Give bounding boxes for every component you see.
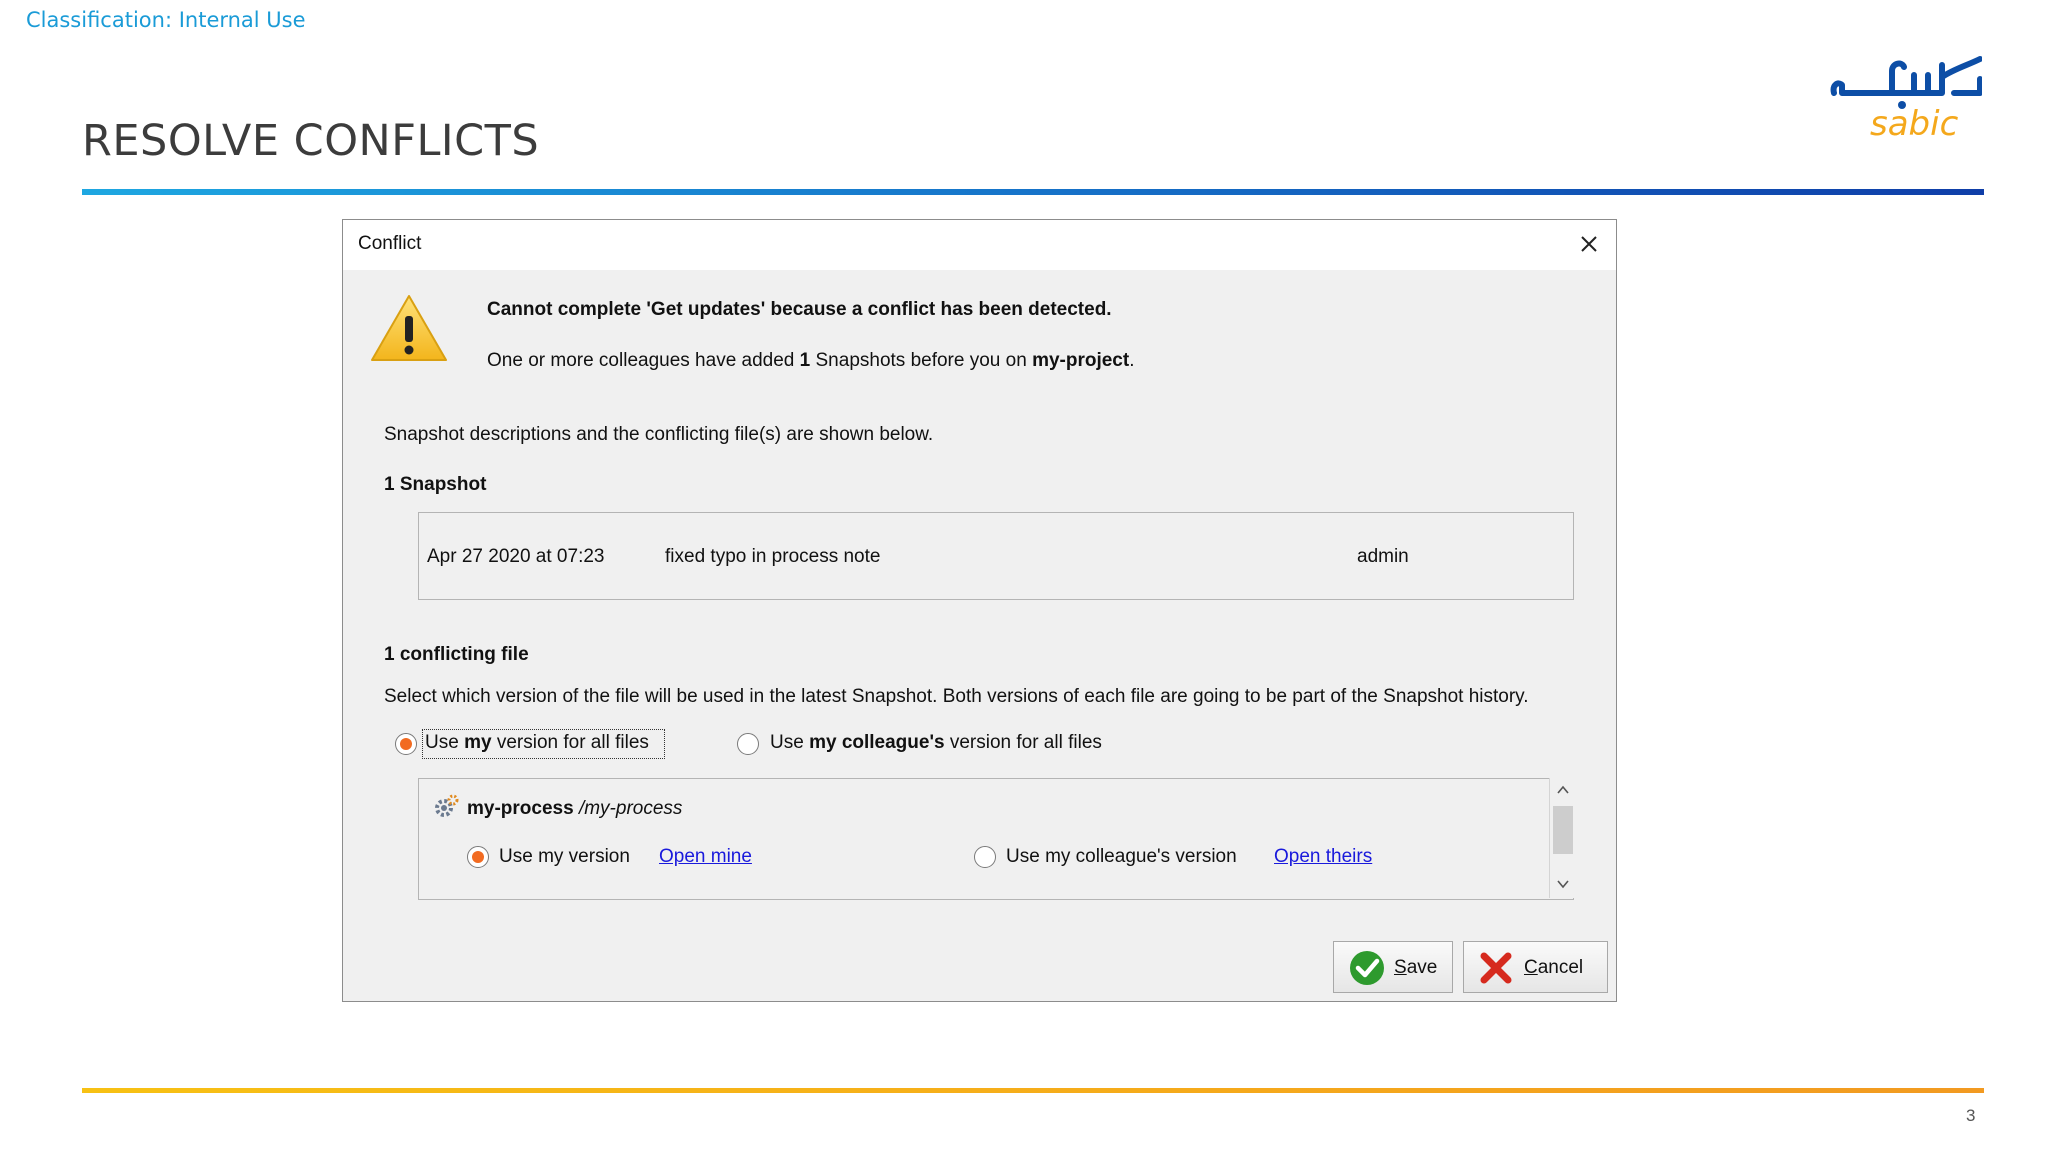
use-my-version-all-radio[interactable] bbox=[395, 733, 417, 755]
snapshot-list: Apr 27 2020 at 07:23 fixed typo in proce… bbox=[418, 512, 1574, 600]
conflict-info: One or more colleagues have added 1 Snap… bbox=[487, 350, 1135, 371]
page-number: 3 bbox=[1966, 1106, 1976, 1125]
scrollbar-thumb[interactable] bbox=[1553, 806, 1573, 854]
open-mine-link[interactable]: Open mine bbox=[659, 846, 752, 868]
scroll-up-icon[interactable] bbox=[1555, 782, 1571, 798]
footer-divider bbox=[82, 1088, 1984, 1093]
select-help-text: Select which version of the file will be… bbox=[384, 686, 1529, 707]
use-my-version-label[interactable]: Use my version bbox=[499, 846, 630, 868]
use-colleague-version-all-radio[interactable] bbox=[737, 733, 759, 755]
use-colleague-version-label[interactable]: Use my colleague's version bbox=[1006, 846, 1237, 868]
scroll-down-icon[interactable] bbox=[1555, 876, 1571, 892]
use-colleague-version-all-label[interactable]: Use my colleague's version for all files bbox=[770, 732, 1102, 754]
snapshot-section-title: 1 Snapshot bbox=[384, 474, 487, 495]
process-gear-icon bbox=[435, 794, 459, 817]
snapshot-date: Apr 27 2020 at 07:23 bbox=[427, 546, 605, 567]
classification-label: Classification: Internal Use bbox=[26, 8, 306, 32]
snapshot-description-text: Snapshot descriptions and the conflictin… bbox=[384, 424, 934, 445]
conflicts-section-title: 1 conflicting file bbox=[384, 644, 529, 665]
slide-title: RESOLVE CONFLICTS bbox=[82, 116, 540, 166]
conflict-headline: Cannot complete 'Get updates' because a … bbox=[487, 299, 1112, 320]
cancel-x-icon bbox=[1480, 952, 1512, 984]
file-list-scrollbar[interactable] bbox=[1549, 778, 1576, 898]
save-label: Save bbox=[1394, 957, 1438, 978]
save-button[interactable]: Save bbox=[1333, 941, 1453, 993]
open-theirs-link[interactable]: Open theirs bbox=[1274, 846, 1372, 868]
use-my-version-radio[interactable] bbox=[467, 846, 489, 868]
snapshot-message: fixed typo in process note bbox=[665, 546, 881, 567]
title-divider bbox=[82, 189, 1984, 195]
conflicting-files-list: my-process /my-process Use my version Op… bbox=[418, 778, 1574, 900]
snapshot-author: admin bbox=[1357, 546, 1409, 567]
sabic-logo: sabic bbox=[1830, 56, 1982, 140]
conflict-dialog: Conflict Cannot complete 'Get updates' b… bbox=[342, 219, 1617, 1002]
dialog-title: Conflict bbox=[358, 233, 422, 254]
svg-text:sabic: sabic bbox=[1870, 104, 1959, 140]
file-name: my-process /my-process bbox=[467, 798, 683, 819]
use-my-version-all-label[interactable]: Use my version for all files bbox=[425, 732, 649, 754]
cancel-button[interactable]: Cancel bbox=[1463, 941, 1608, 993]
cancel-label: Cancel bbox=[1524, 957, 1584, 978]
close-icon[interactable] bbox=[1574, 229, 1604, 259]
use-colleague-version-radio[interactable] bbox=[974, 846, 996, 868]
dialog-titlebar: Conflict bbox=[343, 220, 1616, 270]
check-icon bbox=[1350, 951, 1384, 985]
warning-icon bbox=[371, 295, 447, 361]
